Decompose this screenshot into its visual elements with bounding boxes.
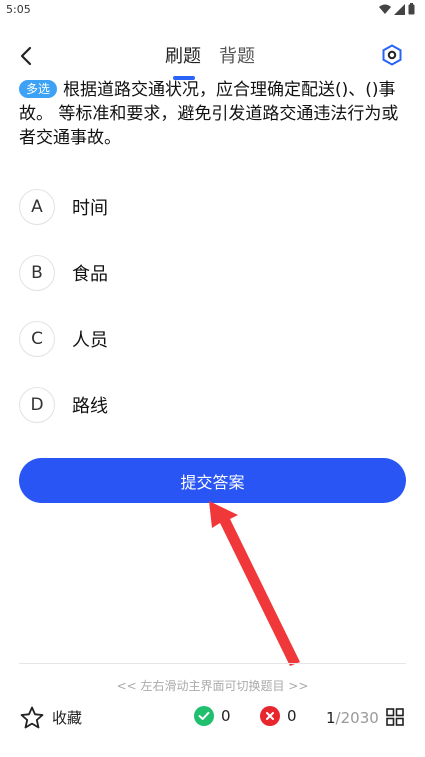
option-c[interactable]: C 人员 (19, 319, 399, 359)
grid-icon (386, 708, 404, 726)
settings-button[interactable] (381, 44, 403, 66)
wrong-counter: 0 (260, 706, 297, 726)
bottom-divider (19, 663, 406, 664)
tab-memorize[interactable]: 背题 (219, 42, 255, 68)
signal-icon (394, 3, 405, 15)
option-b-text: 食品 (72, 264, 108, 285)
header: 刷题 背题 (0, 34, 425, 80)
mode-tabs: 刷题 背题 (165, 42, 255, 80)
status-time: 5:05 (6, 3, 31, 16)
chevron-left-icon (20, 46, 32, 66)
favorite-label: 收藏 (52, 709, 83, 727)
question-grid-button[interactable] (386, 708, 404, 726)
option-a-text: 时间 (72, 198, 108, 219)
current-question-number: 1 (326, 709, 336, 727)
option-b[interactable]: B 食品 (19, 253, 399, 293)
correct-counter: 0 (194, 706, 231, 726)
submit-answer-label: 提交答案 (180, 472, 245, 492)
back-button[interactable] (16, 44, 36, 68)
option-d-key: D (19, 387, 55, 423)
option-c-text: 人员 (72, 330, 108, 351)
tab-memorize-label: 背题 (219, 46, 255, 67)
option-a-key: A (19, 189, 55, 225)
question-progress: 1/2030 (326, 709, 379, 727)
question-text: 根据道路交通状况，应合理确定配送()、()事故。 等标准和要求，避免引发道路交通… (19, 80, 399, 148)
swipe-hint: << 左右滑动主界面可切换题目 >> (116, 679, 309, 693)
option-a[interactable]: A 时间 (19, 187, 399, 227)
wrong-count: 0 (287, 707, 297, 725)
status-bar: 5:05 (0, 0, 425, 20)
favorite-button[interactable]: 收藏 (20, 706, 82, 729)
option-d[interactable]: D 路线 (19, 385, 399, 425)
check-icon (194, 706, 214, 726)
submit-answer-button[interactable]: 提交答案 (19, 458, 406, 503)
question-type-badge: 多选 (19, 80, 58, 98)
option-c-key: C (19, 321, 55, 357)
total-question-count: /2030 (335, 709, 379, 727)
tab-practice[interactable]: 刷题 (165, 42, 201, 80)
option-b-key: B (19, 255, 55, 291)
correct-count: 0 (221, 707, 231, 725)
tab-practice-label: 刷题 (165, 46, 201, 67)
settings-hexagon-icon (382, 44, 402, 66)
bottom-bar: 收藏 0 0 1/2030 (0, 703, 425, 733)
battery-icon (408, 3, 415, 15)
question-text-block: 多选 根据道路交通状况，应合理确定配送()、()事故。 等标准和要求，避免引发道路… (19, 78, 407, 150)
wifi-icon (379, 4, 391, 14)
status-icons (379, 3, 415, 15)
option-d-text: 路线 (72, 396, 108, 417)
star-icon (20, 706, 44, 729)
cross-icon (260, 706, 280, 726)
